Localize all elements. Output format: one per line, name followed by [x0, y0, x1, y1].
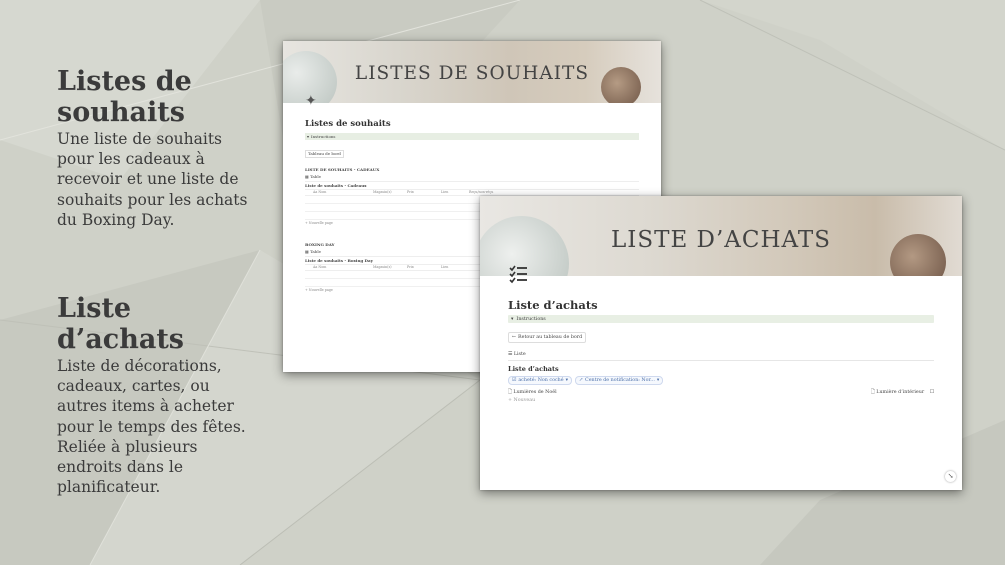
view-tab-list[interactable]: ☰ Liste: [508, 351, 934, 361]
wishlists-banner: LISTES DE SOUHAITS: [283, 41, 661, 103]
list-item-name: Lumières de Noël: [513, 390, 557, 395]
column-header: Lien: [441, 265, 449, 269]
instructions-toggle[interactable]: ▾ Instructions: [305, 133, 639, 140]
filter-label: Centre de notification: Nor...: [585, 378, 655, 383]
caret-down-icon: ▾: [511, 316, 514, 322]
pin-icon: ↗: [579, 378, 584, 383]
filter-bar: ☑ acheté: Non coché ▾ ↗ Centre de notifi…: [508, 376, 934, 385]
instructions-label: Instructions: [516, 316, 546, 322]
shopping-list-banner: LISTE D’ACHATS: [480, 196, 962, 276]
instructions-label: Instructions: [311, 133, 336, 139]
view-tab-label: Liste: [513, 352, 526, 357]
arrow-left-icon: ←: [512, 335, 517, 340]
filter-notification[interactable]: ↗ Centre de notification: Nor... ▾: [575, 376, 664, 385]
shopping-list-description: Liste de décorations, cadeaux, cartes, o…: [57, 357, 246, 497]
page-title: Listes de souhaits: [305, 119, 391, 129]
gifts-view-tab-label: Table: [310, 174, 322, 179]
column-header: Aa Nom: [313, 265, 327, 269]
column-header: Prix: [407, 190, 414, 194]
list-item-name-wrap: 🗋 Lumières de Noël: [508, 389, 557, 396]
column-header: Reçu/non-réçu: [469, 190, 494, 194]
back-to-dashboard-button[interactable]: ← Retour au tableau de bord: [508, 332, 587, 343]
dashboard-button[interactable]: Tableau de bord: [305, 150, 344, 158]
new-item-button[interactable]: + Nouveau: [508, 397, 934, 404]
back-button-label: Retour au tableau de bord: [518, 335, 583, 340]
instructions-toggle[interactable]: ▾ Instructions: [508, 315, 934, 323]
column-header: Prix: [407, 265, 414, 269]
db-title: Liste d’achats: [508, 365, 559, 373]
gifts-view-tab[interactable]: ▦ Table: [305, 174, 639, 182]
gifts-section-heading: LISTE DE SOUHAITS - CADEAUX: [305, 167, 380, 172]
wishlists-description: Une liste de souhaits pour les cadeaux à…: [57, 130, 248, 229]
column-header: Magasin(s): [373, 190, 392, 194]
list-item-tag: Lumière d’intérieur: [876, 390, 925, 395]
help-icon[interactable]: ↘: [945, 471, 956, 482]
shopping-list-heading: Liste d’achats: [57, 293, 185, 355]
caret-down-icon: ▾: [307, 133, 310, 139]
list-item-tag-wrap: 🗋 Lumière d’intérieur ☐: [871, 389, 934, 396]
column-header: Magasin(s): [373, 265, 392, 269]
filter-purchased[interactable]: ☑ acheté: Non coché ▾: [508, 376, 573, 385]
column-header: Aa Nom: [313, 190, 327, 194]
boxing-view-tab-label: Table: [310, 249, 322, 254]
column-header: Lien: [441, 190, 449, 194]
gifts-table-header: Aa Nom Magasin(s) Prix Lien Reçu/non-réç…: [305, 189, 639, 196]
shopping-list-window: LISTE D’ACHATS Liste d’achats ▾ Instruct…: [480, 196, 962, 490]
wishlists-heading: Listes de souhaits: [57, 66, 192, 128]
checkbox-icon: ☑: [512, 378, 517, 383]
filter-label: acheté: Non coché: [518, 378, 564, 383]
list-item[interactable]: 🗋 Lumières de Noël 🗋 Lumière d’intérieur…: [508, 389, 934, 396]
checkbox-icon[interactable]: ☐: [930, 390, 934, 395]
chevron-down-icon: ▾: [565, 378, 569, 383]
chevron-down-icon: ▾: [656, 378, 660, 383]
section-shopping-list: Liste d’achats Liste de décorations, cad…: [57, 293, 252, 497]
page-title: Liste d’achats: [508, 298, 598, 312]
shopping-list-banner-title: LISTE D’ACHATS: [610, 227, 832, 253]
wishlists-banner-title: LISTES DE SOUHAITS: [354, 63, 590, 84]
section-wishlists: Listes de souhaits Une liste de souhaits…: [57, 66, 252, 230]
